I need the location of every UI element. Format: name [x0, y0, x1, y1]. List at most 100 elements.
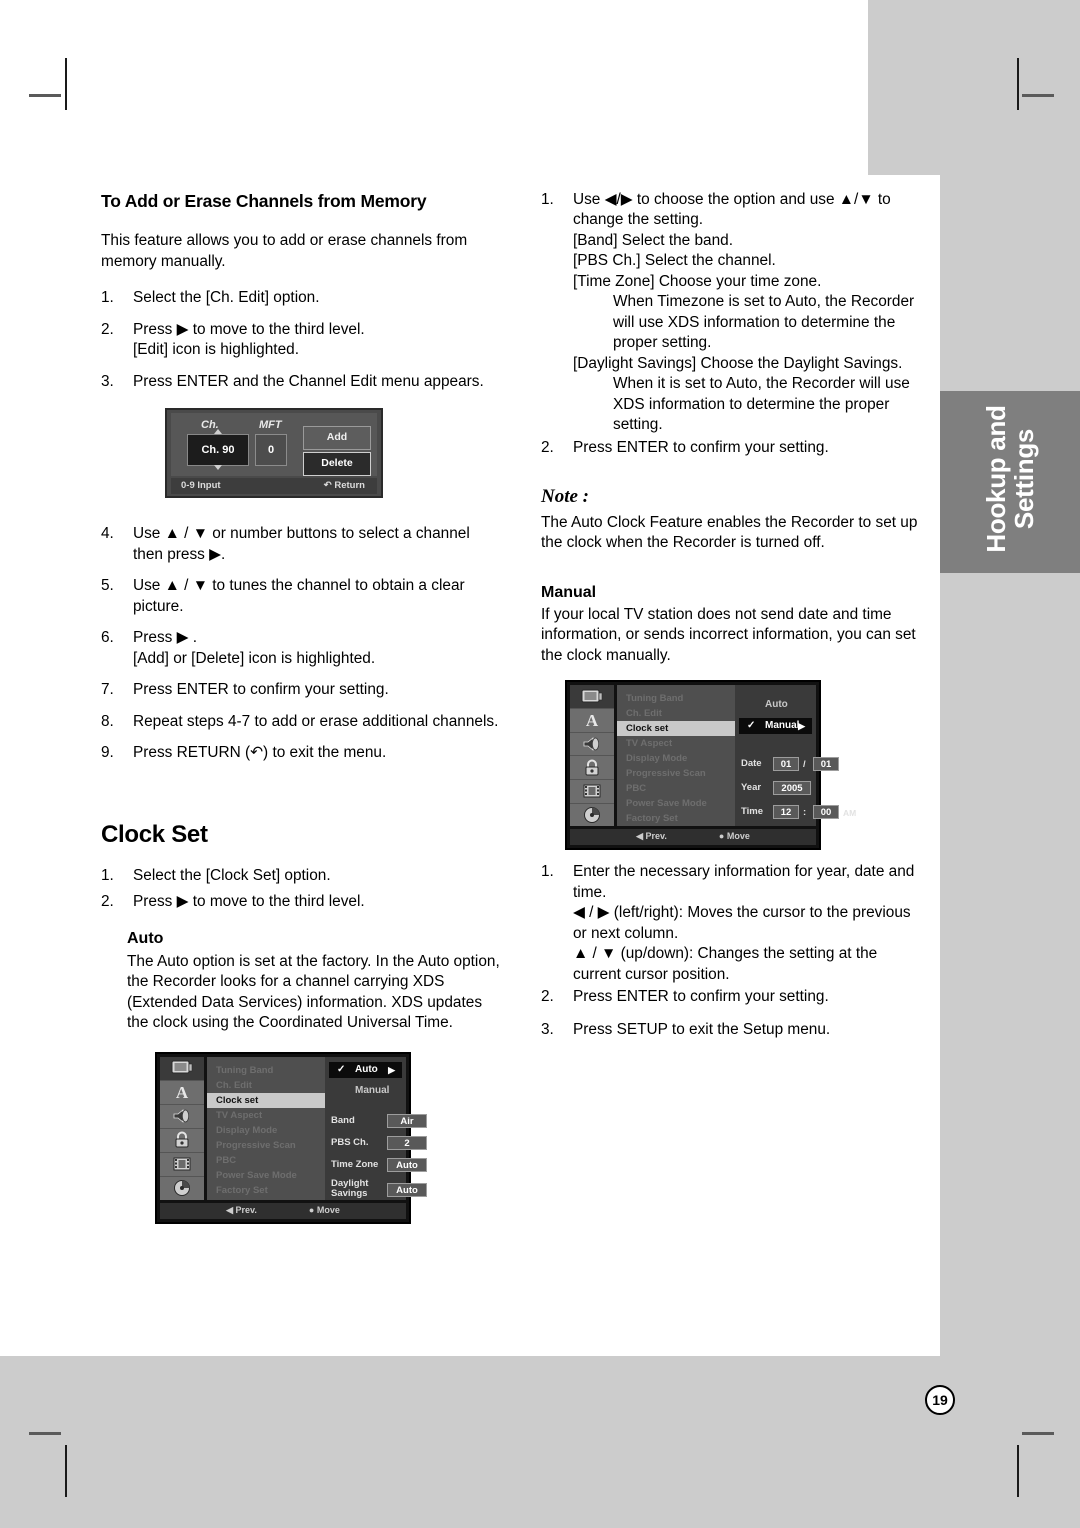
field-date-label: Date	[741, 758, 762, 770]
field-pbs-ch-value[interactable]: 2	[387, 1135, 427, 1150]
step-number: 1.	[541, 191, 554, 208]
steps-manual-entry: 1. Enter the necessary information for y…	[541, 862, 927, 1007]
step-text: Press ▶ .	[133, 629, 198, 647]
list-item: 4. Use ▲ / ▼ or number buttons to select…	[101, 524, 501, 565]
list-item: 3. Press ENTER and the Channel Edit menu…	[101, 372, 501, 392]
disc-icon[interactable]	[160, 1177, 204, 1200]
field-time-minute[interactable]: 00	[813, 805, 839, 820]
menu-item-ch-edit[interactable]: Ch. Edit	[207, 1078, 325, 1093]
step-number: 1.	[101, 867, 114, 885]
crop-mark-top-right-vertical	[1017, 58, 1019, 110]
menu-item-factory-set[interactable]: Factory Set	[207, 1183, 325, 1198]
speaker-audio-icon[interactable]	[570, 733, 614, 757]
menu-item-ch-edit[interactable]: Ch. Edit	[617, 706, 735, 721]
status-prev: ◀ Prev.	[226, 1204, 257, 1215]
check-icon: ✓	[337, 1063, 346, 1075]
option-auto[interactable]: Auto	[739, 697, 812, 713]
option-daylight-desc: [Daylight Savings] Choose the Daylight S…	[573, 354, 903, 372]
list-item: 1. Select the [Clock Set] option.	[101, 866, 501, 886]
field-daylight-savings-value[interactable]: Auto	[387, 1182, 427, 1197]
tv-display-icon[interactable]	[570, 685, 614, 709]
field-time-hour[interactable]: 12	[773, 805, 799, 820]
menu-item-progressive-scan[interactable]: Progressive Scan	[617, 766, 735, 781]
step-text: Press ▶ to move to the third level.	[133, 320, 365, 338]
step-number: 1.	[101, 289, 114, 307]
field-band-value[interactable]: Air	[387, 1113, 427, 1128]
return-hint-label: Return	[334, 479, 365, 491]
menu-item-progressive-scan[interactable]: Progressive Scan	[207, 1138, 325, 1153]
list-item: 7. Press ENTER to confirm your setting.	[101, 680, 501, 700]
add-button[interactable]: Add	[303, 426, 371, 451]
menu-item-clock-set[interactable]: Clock set	[617, 721, 735, 737]
field-date: Date 01 / 01	[741, 756, 839, 772]
chevron-right-icon: ▶	[388, 1064, 395, 1075]
menu-item-tv-aspect[interactable]: TV Aspect	[207, 1108, 325, 1123]
crop-mark-bottom-right-horizontal	[1022, 1432, 1054, 1435]
crop-mark-top-left-vertical	[65, 58, 67, 110]
field-date-day[interactable]: 01	[813, 757, 839, 772]
up-down-key-desc: ▲ / ▼ (up/down): Changes the setting at …	[573, 945, 878, 983]
menu-item-power-save-mode[interactable]: Power Save Mode	[207, 1168, 325, 1183]
field-time-zone-value[interactable]: Auto	[387, 1157, 427, 1172]
menu-item-tuning-band[interactable]: Tuning Band	[617, 691, 735, 706]
step-number: 9.	[101, 744, 114, 762]
tv-display-icon[interactable]	[160, 1056, 204, 1081]
list-item: 3. Press SETUP to exit the Setup menu.	[541, 1020, 927, 1040]
menu-item-tv-aspect[interactable]: TV Aspect	[617, 736, 735, 751]
status-move-label: Move	[316, 1204, 340, 1215]
field-time-zone-label: Time Zone	[331, 1158, 379, 1170]
svg-text:A: A	[586, 711, 599, 729]
menu-item-pbc[interactable]: PBC	[617, 781, 735, 796]
disc-icon[interactable]	[570, 804, 614, 827]
page-number: 19	[925, 1385, 955, 1415]
osd-status-bar: ◀ Prev. ● Move	[160, 1202, 406, 1219]
menu-item-pbc[interactable]: PBC	[207, 1153, 325, 1168]
status-move-label: Move	[726, 831, 750, 842]
language-letter-a-icon[interactable]: A	[160, 1081, 204, 1105]
list-item: 8. Repeat steps 4-7 to add or erase addi…	[101, 712, 501, 732]
step-number: 2.	[541, 438, 554, 456]
step-number: 2.	[101, 320, 114, 338]
step-number: 5.	[101, 577, 114, 595]
option-manual[interactable]: ✓ Manual ▶	[739, 718, 812, 735]
clock-set-manual-osd-screenshot: A Tuning Band Ch. Edit Clock set TV Aspe…	[565, 680, 856, 851]
lock-icon[interactable]	[160, 1129, 204, 1153]
left-column: To Add or Erase Channels from Memory Thi…	[101, 190, 501, 1224]
menu-item-display-mode[interactable]: Display Mode	[207, 1123, 325, 1138]
menu-item-clock-set[interactable]: Clock set	[207, 1092, 325, 1108]
menu-item-power-save-mode[interactable]: Power Save Mode	[617, 796, 735, 811]
page-title: To Add or Erase Channels from Memory	[101, 191, 427, 211]
date-separator: /	[803, 759, 806, 771]
speaker-audio-icon[interactable]	[160, 1105, 204, 1129]
steps-add-erase: 1. Select the [Ch. Edit] option. 2. Pres…	[101, 288, 501, 392]
list-item: 1. Use ◀/▶ to choose the option and use …	[541, 190, 927, 436]
osd-right-pane: Auto ✓ Manual ▶ Date 01 / 01 Year 2005 T…	[735, 685, 856, 827]
lock-icon[interactable]	[570, 756, 614, 780]
step-number: 2.	[101, 892, 114, 910]
status-move: ● Move	[718, 831, 750, 842]
channel-edit-osd-footer: 0-9 Input ↶ Return	[171, 478, 377, 495]
menu-item-factory-set[interactable]: Factory Set	[617, 811, 735, 826]
option-manual[interactable]: Manual	[329, 1083, 402, 1099]
steps-clock-set: 1. Select the [Clock Set] option. 2. Pre…	[101, 866, 501, 912]
step-text: Use ◀/▶ to choose the option and use ▲/▼…	[573, 191, 891, 229]
step-number: 6.	[101, 629, 114, 647]
film-strip-icon[interactable]	[570, 780, 614, 804]
return-hint: ↶ Return	[323, 479, 365, 491]
menu-item-display-mode[interactable]: Display Mode	[617, 751, 735, 766]
option-auto[interactable]: ✓ Auto ▶	[329, 1061, 402, 1078]
menu-item-tuning-band[interactable]: Tuning Band	[207, 1063, 325, 1078]
crop-mark-top-right-horizontal	[1022, 94, 1054, 97]
status-prev-label: Prev.	[645, 831, 667, 842]
field-year: Year 2005	[741, 780, 812, 796]
step-subtext: [Edit] icon is highlighted.	[133, 341, 299, 359]
field-year-value[interactable]: 2005	[773, 781, 811, 796]
note-paragraph: The Auto Clock Feature enables the Recor…	[541, 513, 918, 552]
delete-button[interactable]: Delete	[303, 452, 371, 477]
field-date-month[interactable]: 01	[773, 757, 799, 772]
clock-set-title: Clock Set	[101, 820, 208, 848]
film-strip-icon[interactable]	[160, 1153, 204, 1177]
language-letter-a-icon[interactable]: A	[570, 709, 614, 733]
chapter-side-tab: Hookup and Settings	[940, 391, 1080, 573]
page-bottom-gray-block	[0, 1356, 1080, 1528]
